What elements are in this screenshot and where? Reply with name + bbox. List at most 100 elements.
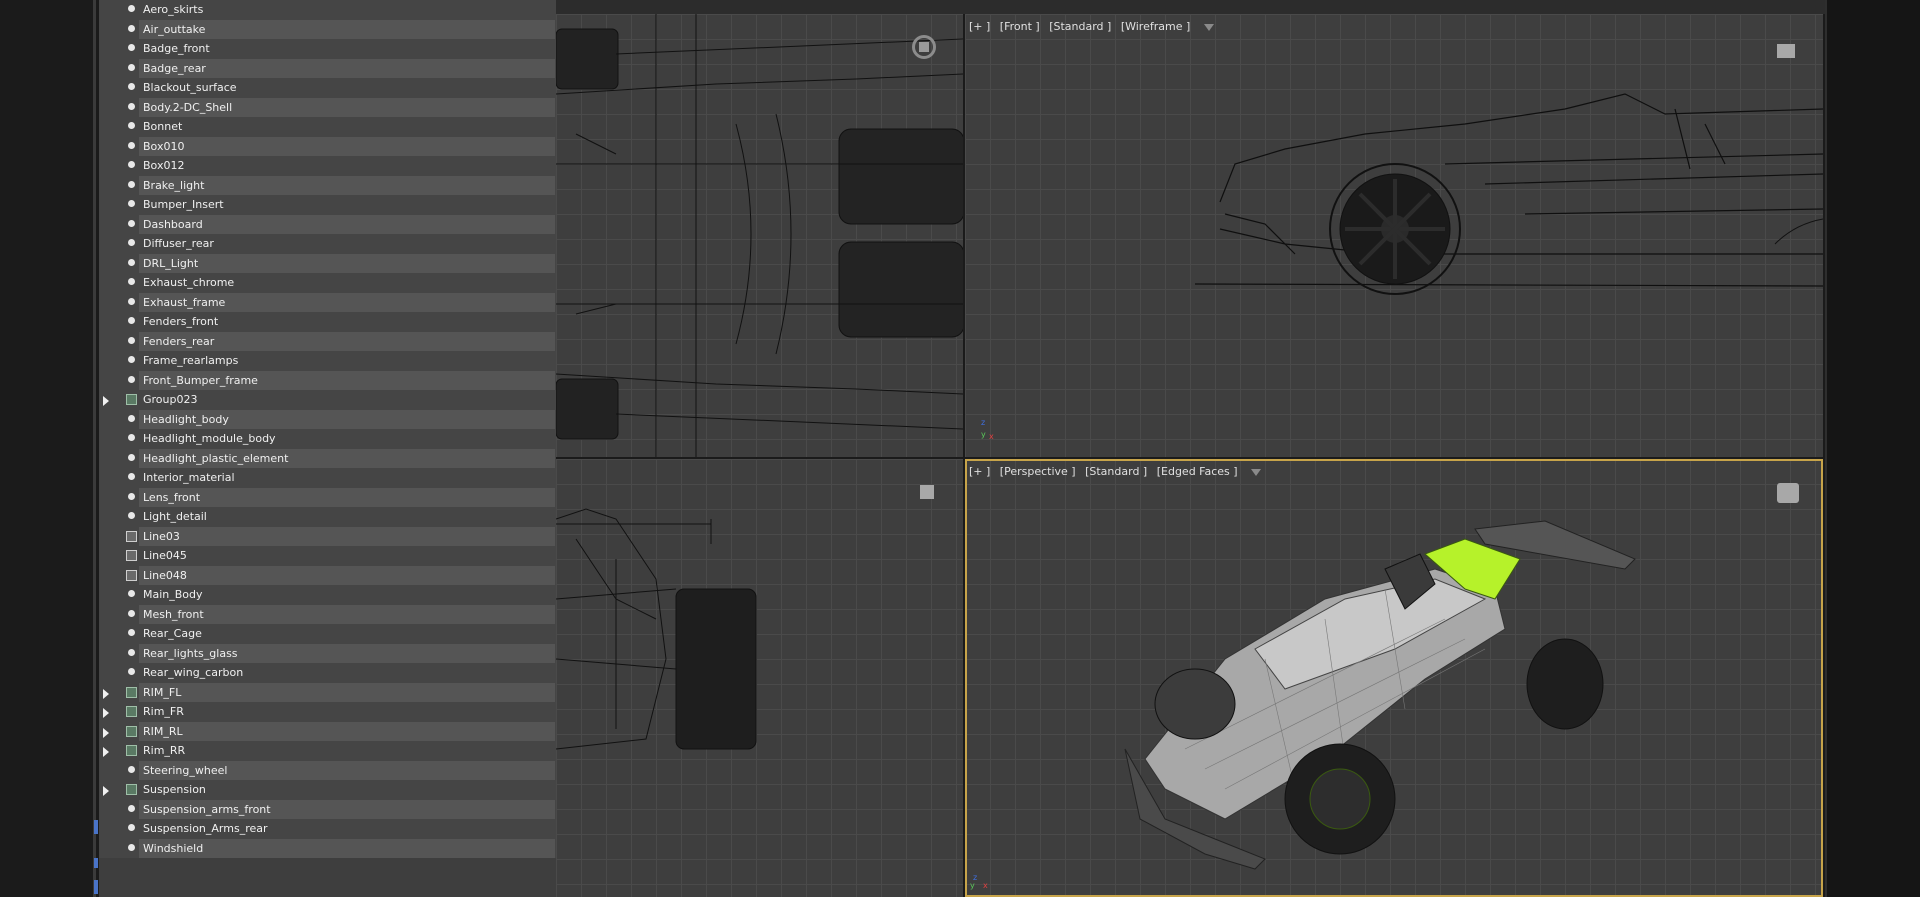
scene-explorer-item[interactable]: Line03	[99, 526, 556, 546]
scene-explorer-item[interactable]: Rear_wing_carbon	[99, 663, 556, 683]
group-icon	[126, 706, 137, 717]
scene-explorer-item-label: Line045	[143, 549, 187, 562]
scene-explorer-panel[interactable]: Aero_skirts Air_outtake Badge_front Badge_r…	[99, 0, 556, 897]
scene-explorer-item[interactable]: Bumper_Insert	[99, 195, 556, 215]
scene-explorer-item[interactable]: Line048	[99, 565, 556, 585]
scene-explorer-item-label: Fenders_front	[143, 315, 219, 328]
scene-explorer-item-label: DRL_Light	[143, 256, 199, 270]
scene-explorer-item-label: Badge_front	[143, 42, 210, 55]
row-background	[139, 253, 555, 273]
scene-explorer-item[interactable]: Box012	[99, 156, 556, 176]
scene-explorer-item[interactable]: Fenders_front	[99, 312, 556, 332]
expand-arrow-icon[interactable]	[103, 708, 109, 718]
scene-explorer-item[interactable]: Rear_lights_glass	[99, 643, 556, 663]
scene-explorer-item[interactable]: Blackout_surface	[99, 78, 556, 98]
scene-explorer-item[interactable]: Headlight_body	[99, 409, 556, 429]
object-icon	[128, 512, 135, 519]
scene-explorer-item-label: Frame_rearlamps	[143, 354, 239, 367]
scene-explorer-item[interactable]: Exhaust_frame	[99, 292, 556, 312]
scene-explorer-item[interactable]: Badge_rear	[99, 58, 556, 78]
expand-arrow-icon[interactable]	[103, 747, 109, 757]
scene-explorer-item[interactable]: Suspension	[99, 780, 556, 800]
viewcube-icon[interactable]	[920, 485, 934, 499]
scene-explorer-item[interactable]: Group023	[99, 390, 556, 410]
scene-explorer-item[interactable]: Air_outtake	[99, 19, 556, 39]
object-icon	[128, 336, 135, 344]
scene-explorer-item[interactable]: Aero_skirts	[99, 0, 556, 20]
scene-explorer-item[interactable]: Rear_Cage	[99, 624, 556, 644]
viewport-top[interactable]	[556, 14, 963, 457]
scene-explorer-item[interactable]: RIM_RL	[99, 721, 556, 741]
scene-explorer-item-label: Box012	[143, 159, 185, 172]
scene-explorer-item[interactable]: Box010	[99, 136, 556, 156]
viewport-left[interactable]	[556, 459, 963, 897]
scene-explorer-item-label: Suspension_arms_front	[143, 802, 271, 816]
scene-explorer-item[interactable]: Fenders_rear	[99, 331, 556, 351]
scene-explorer-item[interactable]: Brake_light	[99, 175, 556, 195]
scene-explorer-item[interactable]: Rim_RR	[99, 741, 556, 761]
shape-icon	[126, 530, 137, 542]
scene-explorer-item[interactable]: DRL_Light	[99, 253, 556, 273]
axis-z-label: z	[981, 418, 986, 427]
axis-x-label: x	[989, 432, 994, 441]
expand-arrow-icon[interactable]	[103, 786, 109, 796]
scene-explorer-item[interactable]: Suspension_arms_front	[99, 799, 556, 819]
object-icon	[128, 668, 135, 675]
perspective-car-render	[1124, 520, 1636, 870]
scene-explorer-item[interactable]: Exhaust_chrome	[99, 273, 556, 293]
scene-explorer-item[interactable]: RIM_FL	[99, 682, 556, 702]
axis-y-label: y	[981, 430, 986, 439]
scene-explorer-item[interactable]: Diffuser_rear	[99, 234, 556, 254]
scene-explorer-item-label: Aero_skirts	[143, 3, 204, 16]
scene-explorer-item[interactable]: Headlight_module_body	[99, 429, 556, 449]
shape-icon	[126, 550, 137, 561]
scene-explorer-empty-area	[99, 858, 556, 897]
scene-explorer-item-label: Main_Body	[143, 588, 203, 601]
scene-explorer-item-label: Suspension_Arms_rear	[143, 822, 268, 835]
scene-explorer-item-label: Light_detail	[143, 510, 207, 523]
object-icon	[128, 824, 135, 831]
object-icon	[128, 24, 135, 32]
group-icon	[126, 394, 137, 405]
scene-explorer-item[interactable]: Dashboard	[99, 214, 556, 234]
scene-explorer-item[interactable]: Lens_front	[99, 487, 556, 507]
right-panel-strip	[1825, 0, 1920, 897]
row-background	[139, 526, 555, 546]
expand-arrow-icon[interactable]	[103, 727, 109, 738]
scene-explorer-item[interactable]: Rim_FR	[99, 702, 556, 722]
object-icon	[128, 453, 135, 461]
scene-explorer-item-label: Air_outtake	[143, 22, 206, 36]
scene-explorer-item[interactable]: Steering_wheel	[99, 760, 556, 780]
object-icon	[128, 83, 135, 90]
scene-explorer-item[interactable]: Light_detail	[99, 507, 556, 527]
object-icon	[128, 122, 135, 129]
expand-arrow-icon[interactable]	[103, 396, 109, 406]
scene-explorer-item[interactable]: Frame_rearlamps	[99, 351, 556, 371]
scene-explorer-item[interactable]: Headlight_plastic_element	[99, 448, 556, 468]
scene-explorer-item[interactable]: Bonnet	[99, 117, 556, 137]
scene-explorer-item[interactable]: Main_Body	[99, 585, 556, 605]
object-icon	[128, 180, 135, 188]
axis-x-label: x	[983, 881, 988, 890]
viewport-front[interactable]: [+ ] [Front ] [Standard ] [Wireframe ] z…	[965, 14, 1823, 457]
viewport-perspective[interactable]: [+ ] [Perspective ] [Standard ] [Edged F…	[965, 459, 1823, 897]
object-icon	[128, 297, 135, 305]
scene-explorer-item[interactable]: Line045	[99, 546, 556, 566]
scene-explorer-list[interactable]: Aero_skirts Air_outtake Badge_front Badge_r…	[99, 0, 556, 858]
scene-explorer-item[interactable]: Interior_material	[99, 468, 556, 488]
viewcube-gizmo-icon[interactable]	[912, 35, 936, 59]
top-view-wireframe	[556, 14, 963, 457]
expand-arrow-icon[interactable]	[103, 688, 109, 699]
row-background	[139, 721, 555, 741]
row-background	[139, 702, 555, 722]
scene-explorer-item-label: Rear_wing_carbon	[143, 666, 244, 679]
scene-explorer-item[interactable]: Body.2-DC_Shell	[99, 97, 556, 117]
scene-explorer-item-label: Body.2-DC_Shell	[143, 100, 233, 114]
object-icon	[128, 200, 135, 207]
scene-explorer-item[interactable]: Badge_front	[99, 39, 556, 59]
scene-explorer-item-label: Interior_material	[143, 471, 235, 484]
scene-explorer-item[interactable]: Mesh_front	[99, 604, 556, 624]
scene-explorer-item[interactable]: Windshield	[99, 838, 556, 858]
scene-explorer-item[interactable]: Suspension_Arms_rear	[99, 819, 556, 839]
scene-explorer-item[interactable]: Front_Bumper_frame	[99, 370, 556, 390]
